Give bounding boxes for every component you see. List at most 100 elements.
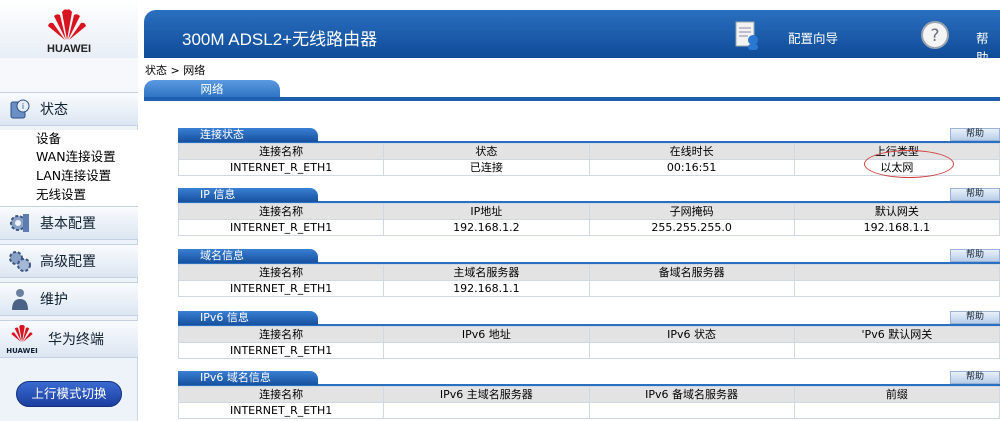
table-cell: INTERNET_R_ETH1 — [177, 159, 385, 176]
section-help-button[interactable]: 帮助 — [950, 128, 1000, 141]
table-row: INTERNET_R_ETH1 — [177, 402, 1000, 419]
sidebar: HUAWEI i 状态 设备 WAN连接设置 LAN连接设置 无线设置 基本配置 — [0, 0, 138, 421]
dns-info-section: 域名信息 帮助 连接名称 主域名服务器 备域名服务器 INTERNET_R_ET… — [177, 249, 1000, 297]
table-row: INTERNET_R_ETH1 192.168.1.1 — [177, 280, 1000, 297]
ipv6-info-section: IPv6 信息 帮助 连接名称 IPv6 地址 IPv6 状态 'Pv6 默认网… — [177, 311, 1000, 359]
sidebar-item-lan[interactable]: LAN连接设置 — [0, 167, 138, 185]
status-submenu: 设备 WAN连接设置 LAN连接设置 无线设置 — [0, 130, 138, 206]
sidebar-section-label: 状态 — [40, 102, 68, 118]
table-cell: INTERNET_R_ETH1 — [177, 219, 385, 236]
sidebar-item-wireless[interactable]: 无线设置 — [0, 186, 138, 204]
wizard-link[interactable]: 配置向导 — [788, 28, 838, 47]
sidebar-section-label: 华为终端 — [48, 332, 104, 348]
sidebar-section-label: 高级配置 — [40, 254, 96, 270]
column-header: IPv6 地址 — [383, 326, 590, 343]
section-help-button[interactable]: 帮助 — [950, 311, 1000, 324]
table-cell — [383, 402, 590, 419]
sidebar-section-basic[interactable]: 基本配置 — [0, 206, 138, 240]
router-admin-page: HUAWEI i 状态 设备 WAN连接设置 LAN连接设置 无线设置 基本配置 — [0, 0, 1000, 421]
gear-icon — [10, 214, 29, 232]
help-icon[interactable]: ? — [920, 20, 950, 50]
sidebar-section-advanced[interactable]: 高级配置 — [0, 244, 138, 278]
table-header-row: 连接名称 IPv6 主域名服务器 IPv6 备域名服务器 前缀 — [177, 386, 1000, 403]
column-header: 前缀 — [793, 386, 1000, 403]
section-title: IPv6 信息 — [178, 311, 318, 325]
table-header-row: 连接名称 IP地址 子网掩码 默认网关 — [177, 203, 1000, 220]
section-help-button[interactable]: 帮助 — [950, 249, 1000, 262]
dns-info-table: 连接名称 主域名服务器 备域名服务器 INTERNET_R_ETH1 192.1… — [177, 264, 1000, 297]
table-cell — [793, 280, 1000, 297]
table-cell — [793, 402, 1000, 419]
column-header — [793, 264, 1000, 281]
column-header: 连接名称 — [177, 386, 385, 403]
sidebar-section-maintain[interactable]: 维护 — [0, 282, 138, 316]
table-cell — [588, 402, 795, 419]
column-header: 状态 — [383, 143, 590, 160]
sidebar-item-device[interactable]: 设备 — [0, 130, 138, 148]
sidebar-section-status[interactable]: i 状态 — [0, 92, 138, 126]
table-cell: 00:16:51 — [588, 159, 795, 176]
brand-name: HUAWEI — [47, 43, 91, 55]
uplink-mode-switch-button[interactable]: 上行模式切换 — [16, 381, 122, 407]
section-title: IPv6 域名信息 — [178, 371, 318, 385]
column-header: IP地址 — [383, 203, 590, 220]
section-header: IPv6 域名信息 帮助 — [178, 371, 1000, 386]
column-header: IPv6 主域名服务器 — [383, 386, 590, 403]
column-header: 连接名称 — [177, 264, 385, 281]
column-header: 主域名服务器 — [383, 264, 590, 281]
ipv6-dns-info-table: 连接名称 IPv6 主域名服务器 IPv6 备域名服务器 前缀 INTERNET… — [177, 386, 1000, 419]
sidebar-item-wan[interactable]: WAN连接设置 — [0, 148, 138, 166]
section-header: IP 信息 帮助 — [178, 188, 1000, 203]
table-row: INTERNET_R_ETH1 — [177, 342, 1000, 359]
sidebar-section-label: 维护 — [40, 292, 68, 308]
table-cell — [793, 342, 1000, 359]
column-header: 默认网关 — [793, 203, 1000, 220]
table-cell: 192.168.1.1 — [793, 219, 1000, 236]
sidebar-spacer — [0, 58, 138, 92]
red-annotation-ellipse — [864, 150, 954, 178]
huawei-logo-icon — [48, 9, 86, 41]
table-cell — [383, 342, 590, 359]
ipv6-dns-info-section: IPv6 域名信息 帮助 连接名称 IPv6 主域名服务器 IPv6 备域名服务… — [177, 371, 1000, 419]
table-cell: INTERNET_R_ETH1 — [177, 280, 385, 297]
sidebar-section-terminal[interactable]: HUAWEI 华为终端 — [0, 320, 138, 358]
person-icon — [12, 289, 28, 310]
section-title: 连接状态 — [178, 128, 318, 142]
section-header: 域名信息 帮助 — [178, 249, 1000, 264]
ipv6-info-table: 连接名称 IPv6 地址 IPv6 状态 'Pv6 默认网关 INTERNET_… — [177, 326, 1000, 359]
column-header: 在线时长 — [588, 143, 795, 160]
table-cell: INTERNET_R_ETH1 — [177, 342, 385, 359]
column-header: 备域名服务器 — [588, 264, 795, 281]
gears-icon — [9, 251, 31, 272]
section-help-button[interactable]: 帮助 — [950, 371, 1000, 384]
sidebar-section-label: 基本配置 — [40, 216, 96, 232]
header-bar: 300M ADSL2+无线路由器 配置向导 ? 帮助 — [144, 10, 1000, 65]
huawei-small-logo-icon — [11, 324, 33, 342]
table-cell: INTERNET_R_ETH1 — [177, 402, 385, 419]
page-title: 300M ADSL2+无线路由器 — [182, 30, 378, 49]
section-title: 域名信息 — [178, 249, 318, 263]
status-icon: i — [10, 99, 30, 119]
tab-underline — [144, 97, 1000, 101]
table-header-row: 连接名称 主域名服务器 备域名服务器 — [177, 264, 1000, 281]
table-cell: 已连接 — [383, 159, 590, 176]
brand-area: HUAWEI — [0, 0, 138, 58]
ip-info-table: 连接名称 IP地址 子网掩码 默认网关 INTERNET_R_ETH1 192.… — [177, 203, 1000, 236]
table-cell — [588, 280, 795, 297]
table-cell: 192.168.1.1 — [383, 280, 590, 297]
section-header: 连接状态 帮助 — [178, 128, 1000, 143]
section-title: IP 信息 — [178, 188, 318, 202]
table-cell: 192.168.1.2 — [383, 219, 590, 236]
svg-text:i: i — [22, 102, 24, 111]
table-header-row: 连接名称 IPv6 地址 IPv6 状态 'Pv6 默认网关 — [177, 326, 1000, 343]
terminal-brand: HUAWEI — [6, 347, 38, 355]
column-header: 子网掩码 — [588, 203, 795, 220]
section-header: IPv6 信息 帮助 — [178, 311, 1000, 326]
table-cell — [588, 342, 795, 359]
column-header: 连接名称 — [177, 203, 385, 220]
section-help-button[interactable]: 帮助 — [950, 188, 1000, 201]
help-link[interactable]: 帮助 — [976, 28, 1000, 66]
wizard-icon[interactable] — [734, 20, 760, 50]
table-cell: 255.255.255.0 — [588, 219, 795, 236]
breadcrumb: 状态 > 网络 — [145, 64, 206, 77]
